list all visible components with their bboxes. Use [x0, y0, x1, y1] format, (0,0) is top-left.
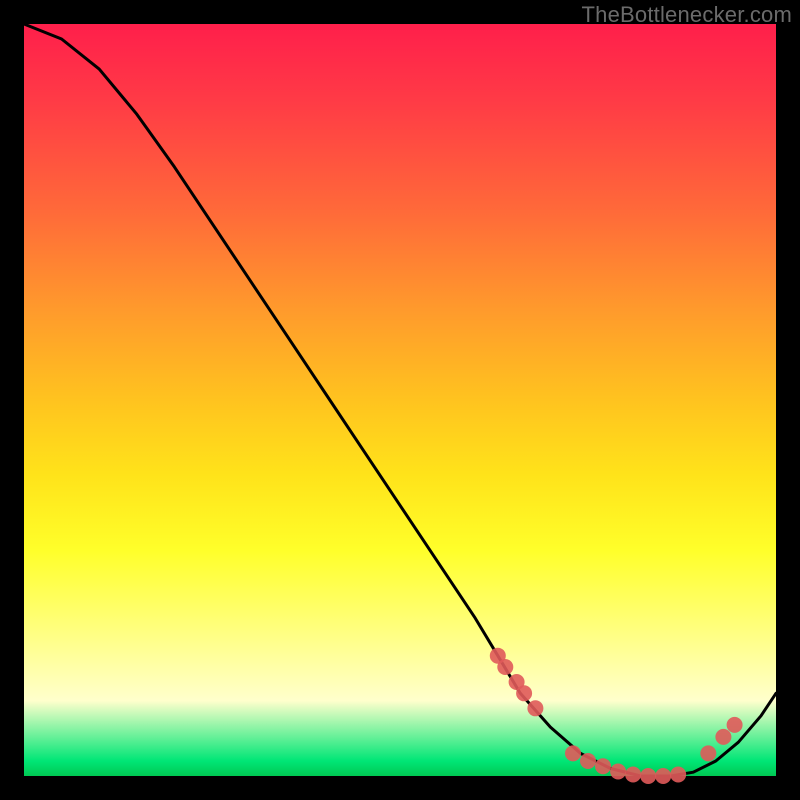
curve-marker	[700, 745, 716, 761]
curve-marker	[727, 717, 743, 733]
curve-marker	[610, 764, 626, 780]
curve-marker	[640, 768, 656, 784]
bottleneck-curve	[24, 24, 776, 776]
marker-group	[490, 648, 743, 784]
curve-marker	[655, 768, 671, 784]
plot-area	[24, 24, 776, 776]
curve-marker	[595, 758, 611, 774]
curve-layer	[24, 24, 776, 776]
chart-container: TheBottlenecker.com	[0, 0, 800, 800]
curve-marker	[670, 767, 686, 783]
curve-marker	[565, 745, 581, 761]
curve-marker	[715, 729, 731, 745]
curve-marker	[625, 767, 641, 783]
curve-marker	[580, 753, 596, 769]
curve-marker	[527, 700, 543, 716]
curve-marker	[497, 659, 513, 675]
watermark-text: TheBottlenecker.com	[582, 2, 792, 28]
curve-marker	[516, 685, 532, 701]
